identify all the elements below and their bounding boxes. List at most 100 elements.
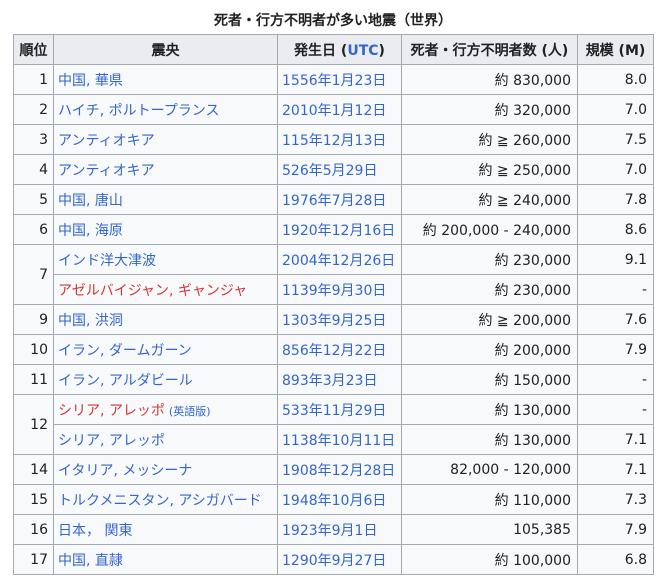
header-epicenter[interactable]: 震央 [53,34,278,65]
epicenter-cell: アンティオキア [53,154,278,185]
rank-cell: 3 [13,124,54,155]
epicenter-redlink[interactable]: シリア, アレッポ [58,403,165,419]
date-link[interactable]: 2010年1月12日 [282,103,386,119]
magnitude-cell: 7.5 [577,124,654,155]
table-row: 10 イラン, ダームガーン 856年12月22日 約 200,000 7.9 [13,334,654,365]
date-link[interactable]: 1976年7月28日 [282,193,386,209]
epicenter-link[interactable]: 日本， 関東 [58,523,132,539]
date-cell: 893年3月23日 [277,364,402,395]
date-link[interactable]: 1556年1月23日 [282,73,386,89]
epicenter-cell: アンティオキア [53,124,278,155]
date-link[interactable]: 1923年9月1日 [282,523,377,539]
epicenter-cell: アゼルバイジャン, ギャンジャ [53,274,278,305]
date-link[interactable]: 1908年12月28日 [282,463,395,479]
header-date-suffix: ) [378,42,385,59]
rank-cell: 7 [13,244,54,305]
deaths-cell: 約 110,000 [401,484,578,515]
epicenter-link[interactable]: 中国, 華県 [58,73,123,89]
table-row: 16 日本， 関東 1923年9月1日 105,385 7.9 [13,514,654,545]
date-link[interactable]: 893年3月23日 [282,373,377,389]
epicenter-cell: イラン, アルダビール [53,364,278,395]
date-cell: 533年11月29日 [277,394,402,425]
date-cell: 1139年9月30日 [277,274,402,305]
date-link[interactable]: 1290年9月27日 [282,553,386,569]
rank-cell: 17 [13,544,54,575]
table-row: 7 インド洋大津波 2004年12月26日 約 230,000 9.1 [13,244,654,305]
date-link[interactable]: 1303年9月25日 [282,313,386,329]
table-row: 1 中国, 華県 1556年1月23日 約 830,000 8.0 [13,64,654,95]
deaths-cell: 105,385 [401,514,578,545]
header-date-prefix: 発生日 ( [294,42,348,59]
utc-link[interactable]: UTC [347,43,378,59]
date-cell: 1923年9月1日 [277,514,402,545]
magnitude-cell: - [577,364,654,395]
table-row: アゼルバイジャン, ギャンジャ 1139年9月30日 約 230,000 - [14,274,654,305]
earthquake-table: 順位 震央 発生日 (UTC) 死者・行方不明者数 (人) 規模 (M) 1 中… [13,34,654,575]
epicenter-link[interactable]: イタリア, メッシーナ [58,463,192,479]
table-row: 5 中国, 唐山 1976年7月28日 約 ≧ 240,000 7.8 [13,184,654,215]
epicenter-link[interactable]: 中国, 直隷 [58,553,123,569]
date-link[interactable]: 2004年12月26日 [282,253,395,269]
header-date[interactable]: 発生日 (UTC) [277,34,402,65]
date-cell: 2010年1月12日 [277,94,402,125]
magnitude-cell: 7.9 [577,514,654,545]
date-cell: 1290年9月27日 [277,544,402,575]
rank-cell: 9 [13,304,54,335]
epicenter-link[interactable]: トルクメニスタン, アシガバード [58,493,262,509]
epicenter-link[interactable]: イラン, アルダビール [58,373,193,389]
epicenter-cell: インド洋大津波 [53,244,278,275]
date-cell: 526年5月29日 [277,154,402,185]
epicenter-link[interactable]: シリア, アレッポ [58,433,165,449]
deaths-cell: 約 320,000 [401,94,578,125]
deaths-cell: 約 ≧ 240,000 [401,184,578,215]
date-link[interactable]: 1138年10月11日 [282,433,395,449]
epicenter-cell: イタリア, メッシーナ [53,454,278,485]
deaths-cell: 約 ≧ 200,000 [401,304,578,335]
deaths-cell: 約 830,000 [401,64,578,95]
table-row: 3 アンティオキア 115年12月13日 約 ≧ 260,000 7.5 [13,124,654,155]
table-row: 14 イタリア, メッシーナ 1908年12月28日 82,000 - 120,… [13,454,654,485]
deaths-cell: 82,000 - 120,000 [401,454,578,485]
date-cell: 1948年10月6日 [277,484,402,515]
date-link[interactable]: 1948年10月6日 [282,493,386,509]
deaths-cell: 約 ≧ 260,000 [401,124,578,155]
header-rank[interactable]: 順位 [13,34,54,65]
epicenter-link[interactable]: イラン, ダームガーン [58,343,192,359]
epicenter-cell: 中国, 唐山 [53,184,278,215]
table-row: 11 イラン, アルダビール 893年3月23日 約 150,000 - [13,364,654,395]
date-link[interactable]: 1920年12月16日 [282,223,395,239]
rank-cell: 10 [13,334,54,365]
deaths-cell: 約 130,000 [401,424,578,455]
epicenter-cell: シリア, アレッポ (英語版) [53,394,278,425]
magnitude-cell: 8.0 [577,64,654,95]
table-row: 12 シリア, アレッポ (英語版) 533年11月29日 約 130,000 - [13,394,654,455]
epicenter-link[interactable]: 中国, 洪洞 [58,313,123,329]
deaths-cell: 約 130,000 [401,394,578,425]
date-cell: 1976年7月28日 [277,184,402,215]
english-version-link[interactable]: (英語版) [169,405,211,418]
epicenter-link[interactable]: 中国, 海原 [58,223,123,239]
epicenter-link[interactable]: ハイチ, ポルトープランス [58,103,220,119]
epicenter-redlink[interactable]: アゼルバイジャン, ギャンジャ [58,283,247,299]
epicenter-link[interactable]: 中国, 唐山 [58,193,123,209]
epicenter-link[interactable]: アンティオキア [58,163,155,179]
date-link[interactable]: 526年5月29日 [282,163,377,179]
epicenter-link[interactable]: インド洋大津波 [58,253,156,269]
rank-cell: 2 [13,94,54,125]
header-deaths[interactable]: 死者・行方不明者数 (人) [401,34,578,65]
date-link[interactable]: 115年12月13日 [282,133,386,149]
magnitude-cell: 7.6 [577,304,654,335]
header-magnitude[interactable]: 規模 (M) [577,34,654,65]
rank-cell: 14 [13,454,54,485]
epicenter-cell: シリア, アレッポ [53,424,278,455]
date-link[interactable]: 1139年9月30日 [282,283,386,299]
date-link[interactable]: 856年12月22日 [282,343,386,359]
rank-cell: 16 [13,514,54,545]
date-cell: 115年12月13日 [277,124,402,155]
rank-cell: 12 [13,394,54,455]
magnitude-cell: 7.1 [577,454,654,485]
magnitude-cell: - [577,394,654,425]
epicenter-link[interactable]: アンティオキア [58,133,155,149]
date-link[interactable]: 533年11月29日 [282,403,386,419]
deaths-cell: 約 230,000 [401,274,578,305]
